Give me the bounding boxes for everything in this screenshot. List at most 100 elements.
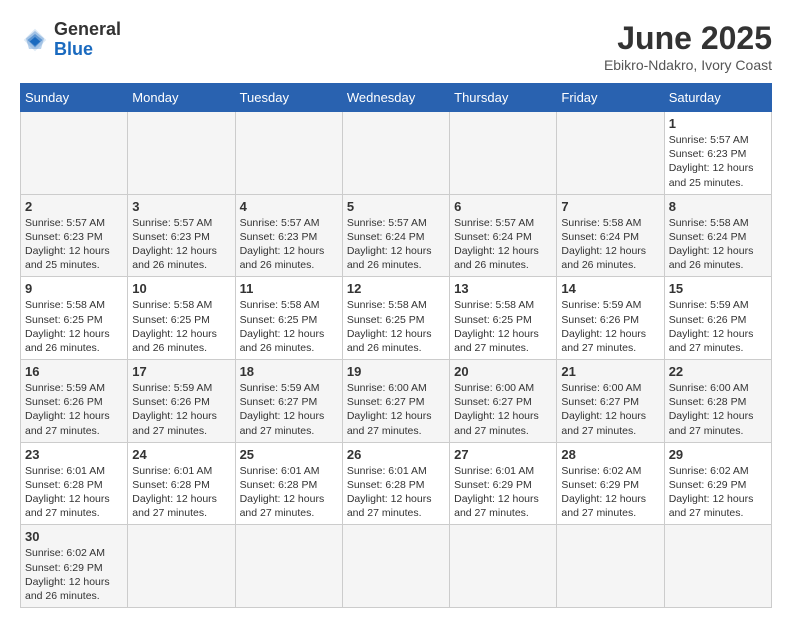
- day-number: 28: [561, 447, 659, 462]
- day-info: Sunrise: 5:59 AMSunset: 6:27 PMDaylight:…: [240, 382, 325, 437]
- day-info: Sunrise: 5:57 AMSunset: 6:23 PMDaylight:…: [669, 134, 754, 189]
- calendar-day: 19 Sunrise: 6:00 AMSunset: 6:27 PMDaylig…: [342, 360, 449, 443]
- calendar-day: 20 Sunrise: 6:00 AMSunset: 6:27 PMDaylig…: [450, 360, 557, 443]
- calendar-day: 1 Sunrise: 5:57 AMSunset: 6:23 PMDayligh…: [664, 112, 771, 195]
- calendar-day: 10 Sunrise: 5:58 AMSunset: 6:25 PMDaylig…: [128, 277, 235, 360]
- empty-cell: [342, 112, 449, 195]
- day-number: 6: [454, 199, 552, 214]
- day-info: Sunrise: 5:59 AMSunset: 6:26 PMDaylight:…: [25, 382, 110, 437]
- day-number: 12: [347, 281, 445, 296]
- calendar-day: 15 Sunrise: 5:59 AMSunset: 6:26 PMDaylig…: [664, 277, 771, 360]
- day-info: Sunrise: 5:59 AMSunset: 6:26 PMDaylight:…: [561, 299, 646, 354]
- day-number: 8: [669, 199, 767, 214]
- calendar-row: 1 Sunrise: 5:57 AMSunset: 6:23 PMDayligh…: [21, 112, 772, 195]
- calendar-day: 22 Sunrise: 6:00 AMSunset: 6:28 PMDaylig…: [664, 360, 771, 443]
- day-number: 2: [25, 199, 123, 214]
- empty-cell: [450, 525, 557, 608]
- day-info: Sunrise: 5:57 AMSunset: 6:23 PMDaylight:…: [25, 217, 110, 272]
- calendar-day: 9 Sunrise: 5:58 AMSunset: 6:25 PMDayligh…: [21, 277, 128, 360]
- day-number: 21: [561, 364, 659, 379]
- logo: General Blue: [20, 20, 121, 60]
- day-info: Sunrise: 5:57 AMSunset: 6:23 PMDaylight:…: [240, 217, 325, 272]
- weekday-header-saturday: Saturday: [664, 84, 771, 112]
- empty-cell: [664, 525, 771, 608]
- weekday-header-wednesday: Wednesday: [342, 84, 449, 112]
- day-info: Sunrise: 6:01 AMSunset: 6:28 PMDaylight:…: [132, 465, 217, 520]
- page-header: General Blue June 2025 Ebikro-Ndakro, Iv…: [20, 20, 772, 73]
- day-number: 19: [347, 364, 445, 379]
- calendar-day: 8 Sunrise: 5:58 AMSunset: 6:24 PMDayligh…: [664, 194, 771, 277]
- day-number: 13: [454, 281, 552, 296]
- day-number: 24: [132, 447, 230, 462]
- day-number: 27: [454, 447, 552, 462]
- day-info: Sunrise: 5:58 AMSunset: 6:25 PMDaylight:…: [132, 299, 217, 354]
- calendar-day: 5 Sunrise: 5:57 AMSunset: 6:24 PMDayligh…: [342, 194, 449, 277]
- empty-cell: [450, 112, 557, 195]
- day-info: Sunrise: 6:00 AMSunset: 6:27 PMDaylight:…: [561, 382, 646, 437]
- calendar-row: 30 Sunrise: 6:02 AMSunset: 6:29 PMDaylig…: [21, 525, 772, 608]
- empty-cell: [557, 525, 664, 608]
- calendar-day: 23 Sunrise: 6:01 AMSunset: 6:28 PMDaylig…: [21, 442, 128, 525]
- empty-cell: [235, 525, 342, 608]
- calendar-day: 27 Sunrise: 6:01 AMSunset: 6:29 PMDaylig…: [450, 442, 557, 525]
- logo-general: General: [54, 19, 121, 39]
- empty-cell: [128, 525, 235, 608]
- weekday-header-tuesday: Tuesday: [235, 84, 342, 112]
- day-number: 18: [240, 364, 338, 379]
- day-number: 9: [25, 281, 123, 296]
- day-info: Sunrise: 6:02 AMSunset: 6:29 PMDaylight:…: [669, 465, 754, 520]
- day-info: Sunrise: 5:59 AMSunset: 6:26 PMDaylight:…: [132, 382, 217, 437]
- day-number: 25: [240, 447, 338, 462]
- calendar-row: 16 Sunrise: 5:59 AMSunset: 6:26 PMDaylig…: [21, 360, 772, 443]
- weekday-header-row: SundayMondayTuesdayWednesdayThursdayFrid…: [21, 84, 772, 112]
- calendar-day: 14 Sunrise: 5:59 AMSunset: 6:26 PMDaylig…: [557, 277, 664, 360]
- title-block: June 2025 Ebikro-Ndakro, Ivory Coast: [604, 20, 772, 73]
- calendar-day: 18 Sunrise: 5:59 AMSunset: 6:27 PMDaylig…: [235, 360, 342, 443]
- weekday-header-monday: Monday: [128, 84, 235, 112]
- calendar-day: 7 Sunrise: 5:58 AMSunset: 6:24 PMDayligh…: [557, 194, 664, 277]
- day-info: Sunrise: 5:57 AMSunset: 6:23 PMDaylight:…: [132, 217, 217, 272]
- day-info: Sunrise: 5:58 AMSunset: 6:25 PMDaylight:…: [25, 299, 110, 354]
- weekday-header-thursday: Thursday: [450, 84, 557, 112]
- empty-cell: [557, 112, 664, 195]
- calendar-day: 4 Sunrise: 5:57 AMSunset: 6:23 PMDayligh…: [235, 194, 342, 277]
- day-number: 4: [240, 199, 338, 214]
- day-info: Sunrise: 5:58 AMSunset: 6:25 PMDaylight:…: [347, 299, 432, 354]
- day-info: Sunrise: 6:02 AMSunset: 6:29 PMDaylight:…: [25, 547, 110, 602]
- day-info: Sunrise: 5:58 AMSunset: 6:25 PMDaylight:…: [454, 299, 539, 354]
- day-number: 23: [25, 447, 123, 462]
- day-info: Sunrise: 5:58 AMSunset: 6:25 PMDaylight:…: [240, 299, 325, 354]
- empty-cell: [235, 112, 342, 195]
- calendar-day: 17 Sunrise: 5:59 AMSunset: 6:26 PMDaylig…: [128, 360, 235, 443]
- calendar-day: 13 Sunrise: 5:58 AMSunset: 6:25 PMDaylig…: [450, 277, 557, 360]
- day-number: 14: [561, 281, 659, 296]
- empty-cell: [128, 112, 235, 195]
- calendar-day: 21 Sunrise: 6:00 AMSunset: 6:27 PMDaylig…: [557, 360, 664, 443]
- day-info: Sunrise: 6:01 AMSunset: 6:28 PMDaylight:…: [347, 465, 432, 520]
- day-info: Sunrise: 6:01 AMSunset: 6:28 PMDaylight:…: [25, 465, 110, 520]
- calendar-day: 24 Sunrise: 6:01 AMSunset: 6:28 PMDaylig…: [128, 442, 235, 525]
- day-number: 20: [454, 364, 552, 379]
- day-number: 15: [669, 281, 767, 296]
- day-number: 17: [132, 364, 230, 379]
- calendar-body: 1 Sunrise: 5:57 AMSunset: 6:23 PMDayligh…: [21, 112, 772, 608]
- day-number: 22: [669, 364, 767, 379]
- day-number: 1: [669, 116, 767, 131]
- empty-cell: [342, 525, 449, 608]
- calendar-day: 6 Sunrise: 5:57 AMSunset: 6:24 PMDayligh…: [450, 194, 557, 277]
- day-info: Sunrise: 5:58 AMSunset: 6:24 PMDaylight:…: [561, 217, 646, 272]
- month-title: June 2025: [604, 20, 772, 57]
- logo-text: General Blue: [54, 20, 121, 60]
- day-info: Sunrise: 6:00 AMSunset: 6:27 PMDaylight:…: [454, 382, 539, 437]
- calendar-day: 30 Sunrise: 6:02 AMSunset: 6:29 PMDaylig…: [21, 525, 128, 608]
- day-number: 11: [240, 281, 338, 296]
- calendar-row: 2 Sunrise: 5:57 AMSunset: 6:23 PMDayligh…: [21, 194, 772, 277]
- day-info: Sunrise: 5:59 AMSunset: 6:26 PMDaylight:…: [669, 299, 754, 354]
- day-info: Sunrise: 6:01 AMSunset: 6:28 PMDaylight:…: [240, 465, 325, 520]
- day-number: 29: [669, 447, 767, 462]
- calendar-day: 25 Sunrise: 6:01 AMSunset: 6:28 PMDaylig…: [235, 442, 342, 525]
- day-number: 30: [25, 529, 123, 544]
- calendar-day: 16 Sunrise: 5:59 AMSunset: 6:26 PMDaylig…: [21, 360, 128, 443]
- calendar-day: 28 Sunrise: 6:02 AMSunset: 6:29 PMDaylig…: [557, 442, 664, 525]
- weekday-header-sunday: Sunday: [21, 84, 128, 112]
